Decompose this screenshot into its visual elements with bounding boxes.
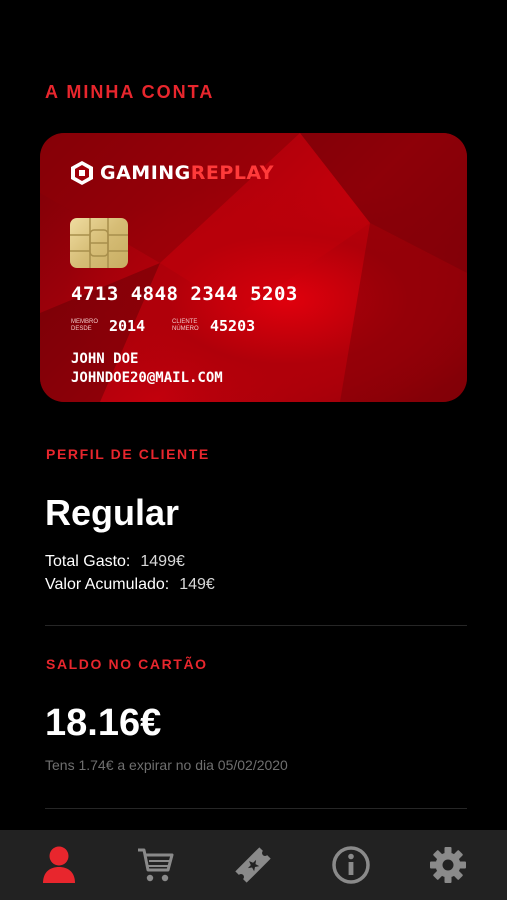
card-holder-email: JOHNDOE20@MAIL.COM <box>71 370 223 386</box>
balance-amount: 18.16€ <box>45 702 162 744</box>
client-number: CLIENTE NÚMERO 45203 <box>172 317 255 335</box>
cart-icon <box>138 848 174 882</box>
brand-name-part2: REPLAY <box>190 161 275 184</box>
tab-shop[interactable] <box>126 835 186 895</box>
page-title: A MINHA CONTA <box>45 82 215 102</box>
total-spent-label: Total Gasto: <box>45 553 131 570</box>
membership-card[interactable]: GAMINGREPLAY 4713 4848 2344 5203 MEMBRO … <box>40 133 467 402</box>
profile-tier: Regular <box>45 492 180 533</box>
user-icon <box>42 846 75 883</box>
member-since-value: 2014 <box>109 317 146 335</box>
brand-name-part1: GAMING <box>100 161 191 184</box>
ticket-icon <box>235 847 272 883</box>
section-divider <box>45 808 467 809</box>
balance-section-label: SALDO NO CARTÃO <box>46 656 208 672</box>
expiry-note: Tens 1.74€ a expirar no dia 05/02/2020 <box>45 757 288 773</box>
tab-info[interactable] <box>321 835 381 895</box>
tab-tickets[interactable] <box>223 835 283 895</box>
total-spent-row: Total Gasto: 1499€ <box>45 553 185 571</box>
card-holder-name: JOHN DOE <box>71 351 139 367</box>
accumulated-row: Valor Acumulado: 149€ <box>45 576 215 594</box>
cube-logo-icon <box>71 161 93 185</box>
account-screen: A MINHA CONTA GAMINGREPLAY 4713 4848 234… <box>0 0 507 900</box>
info-icon <box>332 846 370 884</box>
brand-logo: GAMINGREPLAY <box>70 160 274 186</box>
member-since: MEMBRO DESDE 2014 <box>71 317 145 335</box>
card-chip <box>70 218 128 268</box>
section-divider <box>45 625 467 626</box>
client-number-value: 45203 <box>210 317 256 335</box>
card-number: 4713 4848 2344 5203 <box>71 283 298 305</box>
accumulated-value: 149€ <box>179 576 215 593</box>
bottom-tab-bar <box>0 830 507 900</box>
profile-section-label: PERFIL DE CLIENTE <box>46 446 210 462</box>
client-number-label: CLIENTE NÚMERO <box>172 319 199 332</box>
member-since-label: MEMBRO DESDE <box>71 319 98 332</box>
tab-settings[interactable] <box>418 835 478 895</box>
tab-account[interactable] <box>29 835 89 895</box>
gear-icon <box>430 847 467 883</box>
accumulated-label: Valor Acumulado: <box>45 576 170 593</box>
total-spent-value: 1499€ <box>140 553 185 570</box>
